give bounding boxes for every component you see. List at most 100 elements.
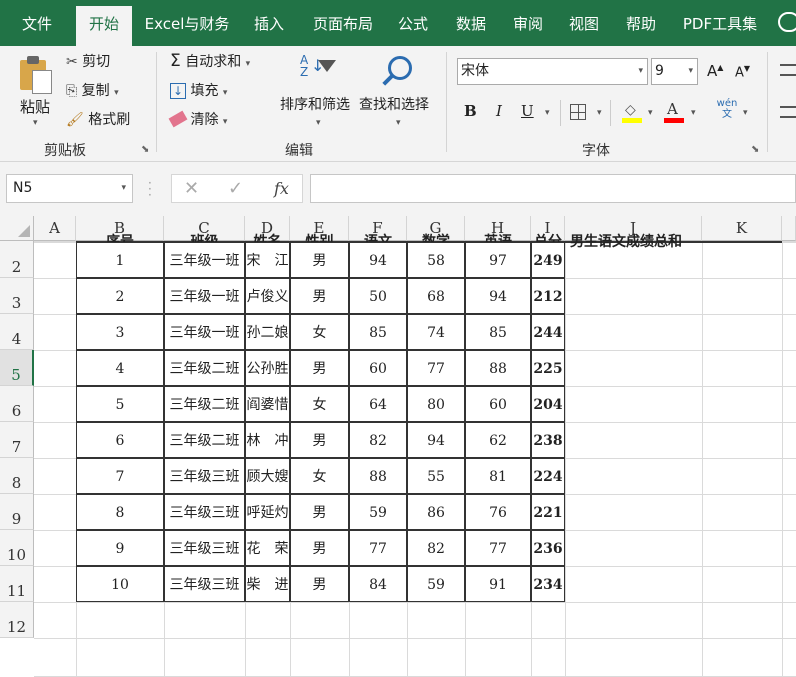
find-select-button[interactable]: 查找和选择 xyxy=(359,94,429,114)
fill-button[interactable]: ↓ 填充 ▾ xyxy=(170,80,227,100)
table-cell[interactable]: 男 xyxy=(290,422,349,458)
table-cell[interactable]: 6 xyxy=(76,422,164,458)
table-cell[interactable]: 男 xyxy=(290,242,349,278)
table-cell[interactable]: 82 xyxy=(407,530,465,566)
font-color-dropdown-icon[interactable]: ▾ xyxy=(691,108,696,118)
tab-home[interactable]: 开始 xyxy=(76,6,132,46)
sort-filter-icon[interactable]: AZ ↓ xyxy=(300,54,340,92)
insert-function-icon[interactable]: fx xyxy=(274,179,289,198)
table-cell[interactable]: 204 xyxy=(531,386,565,422)
table-cell[interactable]: 三年级三班 xyxy=(164,566,245,602)
table-cell[interactable]: 4 xyxy=(76,350,164,386)
font-size-combo[interactable]: 9 ▾ xyxy=(651,58,698,85)
table-cell[interactable]: 2 xyxy=(76,278,164,314)
row-header[interactable]: 8 xyxy=(0,458,34,494)
table-cell[interactable]: 58 xyxy=(407,242,465,278)
table-cell[interactable]: 三年级三班 xyxy=(164,458,245,494)
table-cell[interactable]: 林 冲 xyxy=(245,422,290,458)
table-cell[interactable]: 74 xyxy=(407,314,465,350)
table-cell[interactable]: 阎婆惜 xyxy=(245,386,290,422)
tab-insert[interactable]: 插入 xyxy=(244,0,294,46)
fill-dropdown-icon[interactable]: ▾ xyxy=(223,88,228,98)
borders-icon[interactable] xyxy=(570,104,586,120)
tab-review[interactable]: 审阅 xyxy=(504,0,552,46)
table-cell[interactable]: 10 xyxy=(76,566,164,602)
autosum-button[interactable]: Σ 自动求和 ▾ xyxy=(170,51,250,71)
table-cell[interactable]: 呼延灼 xyxy=(245,494,290,530)
lightbulb-icon[interactable] xyxy=(778,12,796,32)
copy-button[interactable]: ⎘ 复制 ▾ xyxy=(66,80,119,100)
tab-formulas[interactable]: 公式 xyxy=(390,0,436,46)
table-cell[interactable]: 221 xyxy=(531,494,565,530)
row-header[interactable]: 5 xyxy=(0,350,34,386)
more-options-icon[interactable]: · · · xyxy=(148,177,152,201)
table-cell[interactable]: 85 xyxy=(465,314,531,350)
table-cell[interactable]: 224 xyxy=(531,458,565,494)
table-cell[interactable]: 77 xyxy=(407,350,465,386)
clear-button[interactable]: 清除 ▾ xyxy=(168,109,228,129)
increase-font-size-icon[interactable]: A▲ xyxy=(707,62,723,80)
table-cell[interactable]: 91 xyxy=(465,566,531,602)
table-cell[interactable]: 三年级二班 xyxy=(164,386,245,422)
magnifier-icon[interactable] xyxy=(382,54,414,88)
table-cell[interactable]: 68 xyxy=(407,278,465,314)
table-cell[interactable]: 84 xyxy=(349,566,407,602)
table-cell[interactable]: 238 xyxy=(531,422,565,458)
align-top-icon[interactable] xyxy=(780,64,796,76)
table-cell[interactable]: 三年级一班 xyxy=(164,278,245,314)
table-cell[interactable]: 97 xyxy=(465,242,531,278)
table-cell[interactable]: 234 xyxy=(531,566,565,602)
table-cell[interactable]: 男 xyxy=(290,530,349,566)
table-cell[interactable]: 59 xyxy=(407,566,465,602)
table-cell[interactable]: 公孙胜 xyxy=(245,350,290,386)
table-cell[interactable]: 64 xyxy=(349,386,407,422)
font-color-icon[interactable]: A xyxy=(664,100,684,124)
row-header[interactable]: 11 xyxy=(0,566,34,602)
select-all-corner[interactable] xyxy=(0,216,34,241)
name-box-dropdown-icon[interactable]: ▾ xyxy=(121,175,126,202)
cut-button[interactable]: ✂ 剪切 xyxy=(66,51,110,71)
table-cell[interactable]: 男 xyxy=(290,566,349,602)
summary-value-cell[interactable] xyxy=(702,241,782,243)
table-cell[interactable]: 94 xyxy=(465,278,531,314)
font-name-dropdown-icon[interactable]: ▾ xyxy=(638,59,643,84)
name-box[interactable]: N5 ▾ xyxy=(6,174,133,203)
table-cell[interactable]: 花 荣 xyxy=(245,530,290,566)
tab-view[interactable]: 视图 xyxy=(560,0,608,46)
tab-page-layout[interactable]: 页面布局 xyxy=(304,0,382,46)
table-cell[interactable]: 244 xyxy=(531,314,565,350)
table-cell[interactable]: 225 xyxy=(531,350,565,386)
table-cell[interactable]: 236 xyxy=(531,530,565,566)
table-cell[interactable]: 94 xyxy=(407,422,465,458)
enter-check-icon[interactable]: ✓ xyxy=(228,178,243,199)
tab-excel-finance[interactable]: Excel与财务 xyxy=(140,0,234,46)
table-cell[interactable]: 三年级一班 xyxy=(164,314,245,350)
table-cell[interactable]: 60 xyxy=(465,386,531,422)
table-cell[interactable]: 88 xyxy=(465,350,531,386)
table-cell[interactable]: 5 xyxy=(76,386,164,422)
table-cell[interactable]: 85 xyxy=(349,314,407,350)
paste-dropdown-icon[interactable]: ▾ xyxy=(33,118,38,128)
table-cell[interactable]: 卢俊义 xyxy=(245,278,290,314)
tab-data[interactable]: 数据 xyxy=(446,0,496,46)
column-header[interactable]: K xyxy=(702,216,782,241)
row-header[interactable]: 7 xyxy=(0,422,34,458)
table-cell[interactable]: 男 xyxy=(290,278,349,314)
table-cell[interactable]: 62 xyxy=(465,422,531,458)
table-cell[interactable]: 女 xyxy=(290,458,349,494)
table-cell[interactable]: 76 xyxy=(465,494,531,530)
table-cell[interactable]: 女 xyxy=(290,386,349,422)
clear-dropdown-icon[interactable]: ▾ xyxy=(223,117,228,127)
table-cell[interactable]: 男 xyxy=(290,494,349,530)
table-cell[interactable]: 94 xyxy=(349,242,407,278)
table-cell[interactable]: 顾大嫂 xyxy=(245,458,290,494)
sort-filter-dropdown-icon[interactable]: ▾ xyxy=(316,118,321,128)
borders-dropdown-icon[interactable]: ▾ xyxy=(597,108,602,118)
table-cell[interactable]: 男 xyxy=(290,350,349,386)
cancel-icon[interactable]: ✕ xyxy=(184,178,199,199)
row-header[interactable]: 12 xyxy=(0,602,34,638)
bold-button[interactable]: B xyxy=(464,102,477,120)
copy-dropdown-icon[interactable]: ▾ xyxy=(114,88,119,98)
table-cell[interactable]: 77 xyxy=(465,530,531,566)
table-cell[interactable]: 59 xyxy=(349,494,407,530)
